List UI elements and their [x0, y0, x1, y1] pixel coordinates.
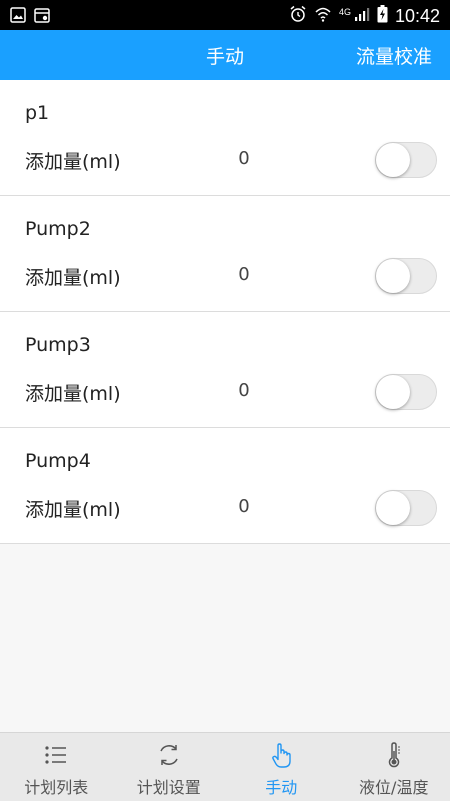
- battery-icon: [377, 5, 388, 27]
- pump-toggle[interactable]: [375, 258, 437, 294]
- tab-manual[interactable]: 手动: [225, 733, 338, 801]
- network-type-label: 4G: [339, 7, 351, 17]
- dose-amount-value[interactable]: 0: [232, 380, 256, 401]
- pump-toggle[interactable]: [375, 142, 437, 178]
- toggle-knob: [376, 259, 410, 293]
- refresh-icon: [155, 741, 183, 769]
- dose-amount-label: 添加量(ml): [25, 495, 121, 522]
- flow-calibration-button[interactable]: 流量校准: [356, 42, 432, 69]
- image-icon: [10, 7, 26, 27]
- pump-card-pump3: Pump3 添加量(ml) 0: [0, 312, 450, 428]
- tab-label: 液位/温度: [338, 774, 450, 798]
- signal-icon: [354, 6, 370, 26]
- tab-label: 计划列表: [0, 774, 113, 798]
- thermometer-icon: [380, 741, 408, 769]
- list-icon: [42, 741, 70, 769]
- hand-pointer-icon: [267, 741, 295, 769]
- pump-name: Pump4: [25, 450, 91, 472]
- tab-plan-list[interactable]: 计划列表: [0, 733, 113, 801]
- pump-card-pump2: Pump2 添加量(ml) 0: [0, 196, 450, 312]
- dose-amount-label: 添加量(ml): [25, 147, 121, 174]
- pump-name: Pump2: [25, 218, 91, 240]
- pump-toggle[interactable]: [375, 374, 437, 410]
- toggle-knob: [376, 143, 410, 177]
- dose-amount-label: 添加量(ml): [25, 263, 121, 290]
- tab-label: 计划设置: [113, 774, 226, 798]
- tab-level-temperature[interactable]: 液位/温度: [338, 733, 450, 801]
- dose-amount-value[interactable]: 0: [232, 496, 256, 517]
- app-header: 手动 流量校准: [0, 30, 450, 80]
- dose-amount-value[interactable]: 0: [232, 264, 256, 285]
- dose-amount-label: 添加量(ml): [25, 379, 121, 406]
- clock-time: 10:42: [395, 6, 440, 27]
- pump-toggle[interactable]: [375, 490, 437, 526]
- pump-name: p1: [25, 102, 49, 124]
- alarm-icon: [289, 5, 307, 27]
- toggle-knob: [376, 491, 410, 525]
- tab-plan-settings[interactable]: 计划设置: [113, 733, 226, 801]
- status-bar: 4G 10:42: [0, 0, 450, 30]
- toggle-knob: [376, 375, 410, 409]
- bottom-tab-bar: 计划列表 计划设置 手动: [0, 732, 450, 801]
- pump-name: Pump3: [25, 334, 91, 356]
- calendar-icon: [34, 7, 50, 27]
- pump-card-pump4: Pump4 添加量(ml) 0: [0, 428, 450, 544]
- pump-card-p1: p1 添加量(ml) 0: [0, 80, 450, 196]
- tab-label: 手动: [225, 774, 338, 798]
- wifi-icon: [314, 5, 332, 27]
- dose-amount-value[interactable]: 0: [232, 148, 256, 169]
